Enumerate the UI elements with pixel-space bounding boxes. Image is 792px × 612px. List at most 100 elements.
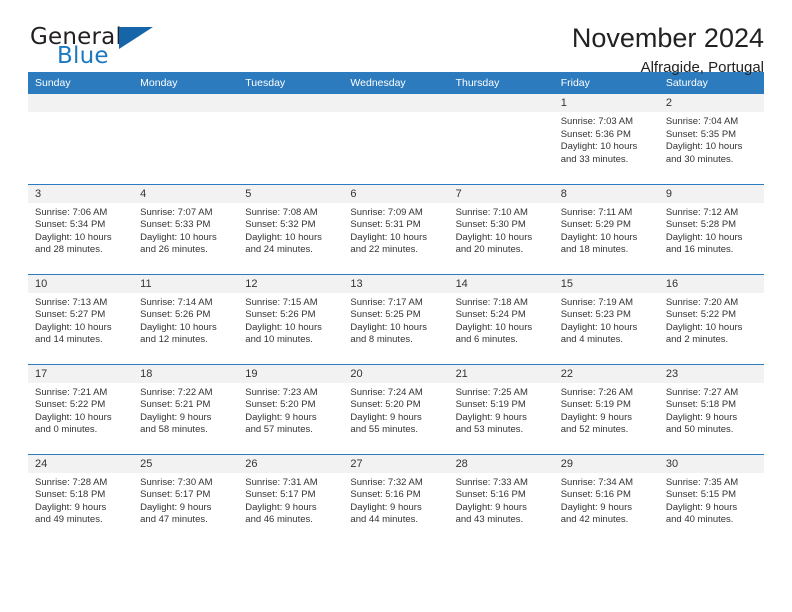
day-sun-info: Sunrise: 7:31 AM Sunset: 5:17 PM Daylight:… [238,473,343,527]
day-sunset-line: Sunset: 5:16 PM [350,489,421,501]
calendar-day-cell[interactable]: 27 Sunrise: 7:32 AM Sunset: 5:16 PM Dayligh… [343,453,449,544]
calendar-day-cell[interactable]: 24 Sunrise: 7:28 AM Sunset: 5:18 PM Dayligh… [28,453,134,544]
day-daylight1-line: Daylight: 10 hours [140,321,217,333]
day-daylight1-line: Daylight: 9 hours [35,501,107,513]
day-sun-info: Sunrise: 7:13 AM Sunset: 5:27 PM Daylight:… [28,293,133,347]
day-number: 30 [658,454,764,473]
calendar-day-cell[interactable]: 23 Sunrise: 7:27 AM Sunset: 5:18 PM Dayligh… [658,363,764,454]
day-daylight2-line: and 14 minutes. [35,334,103,346]
calendar-day-cell[interactable]: 7 Sunrise: 7:10 AM Sunset: 5:30 PM Daylight… [448,183,554,274]
day-daylight2-line: and 24 minutes. [245,244,313,256]
calendar-body: 1 Sunrise: 7:03 AM Sunset: 5:36 PM Daylight… [28,94,764,544]
day-sun-info: Sunrise: 7:28 AM Sunset: 5:18 PM Daylight:… [28,473,133,527]
day-number: 4 [133,184,239,203]
day-daylight2-line: and 10 minutes. [245,334,313,346]
brand-logo[interactable]: General Blue [28,22,158,74]
day-daylight2-line: and 30 minutes. [665,153,734,165]
calendar-day-cell[interactable]: 12 Sunrise: 7:15 AM Sunset: 5:26 PM Dayligh… [238,273,344,364]
day-number: 5 [238,184,344,203]
calendar-day-cell[interactable]: 5 Sunrise: 7:08 AM Sunset: 5:32 PM Daylight… [238,183,344,274]
day-sun-info: Sunrise: 7:23 AM Sunset: 5:20 PM Daylight:… [238,383,343,437]
day-number [28,94,134,112]
day-number [238,94,344,112]
day-daylight2-line: and 2 minutes. [665,334,729,346]
day-number: 18 [133,364,239,383]
calendar-day-cell[interactable]: 28 Sunrise: 7:33 AM Sunset: 5:16 PM Dayligh… [448,453,554,544]
calendar-day-cell[interactable]: 6 Sunrise: 7:09 AM Sunset: 5:31 PM Daylight… [343,183,449,274]
day-number: 19 [238,364,344,383]
calendar-day-cell[interactable]: 9 Sunrise: 7:12 AM Sunset: 5:28 PM Daylight… [658,183,764,274]
calendar-day-cell[interactable]: 3 Sunrise: 7:06 AM Sunset: 5:34 PM Daylight… [28,183,134,274]
calendar-day-cell[interactable]: 26 Sunrise: 7:31 AM Sunset: 5:17 PM Dayligh… [238,453,344,544]
day-sunset-line: Sunset: 5:17 PM [245,489,316,501]
weekday-header-tuesday: Tuesday [238,72,344,94]
day-daylight2-line: and 28 minutes. [35,244,103,256]
day-daylight2-line: and 58 minutes. [140,424,208,436]
day-sunrise-line: Sunrise: 7:24 AM [350,386,423,398]
calendar-day-cell[interactable]: 13 Sunrise: 7:17 AM Sunset: 5:25 PM Dayligh… [343,273,449,364]
day-sunset-line: Sunset: 5:36 PM [560,128,631,140]
calendar-day-cell[interactable]: 15 Sunrise: 7:19 AM Sunset: 5:23 PM Dayligh… [553,273,659,364]
calendar-day-cell[interactable]: 17 Sunrise: 7:21 AM Sunset: 5:22 PM Dayligh… [28,363,134,454]
day-sunset-line: Sunset: 5:16 PM [560,489,631,501]
day-daylight2-line: and 4 minutes. [560,334,624,346]
calendar-day-cell[interactable]: 16 Sunrise: 7:20 AM Sunset: 5:22 PM Dayligh… [658,273,764,364]
calendar-day-cell[interactable]: 21 Sunrise: 7:25 AM Sunset: 5:19 PM Dayligh… [448,363,554,454]
day-daylight1-line: Daylight: 9 hours [350,501,422,513]
day-daylight1-line: Daylight: 9 hours [140,501,212,513]
calendar-day-cell[interactable]: 29 Sunrise: 7:34 AM Sunset: 5:16 PM Dayligh… [553,453,659,544]
day-sun-info: Sunrise: 7:04 AM Sunset: 5:35 PM Daylight:… [659,112,764,166]
day-daylight1-line: Daylight: 10 hours [350,231,427,243]
calendar-day-cell[interactable]: 19 Sunrise: 7:23 AM Sunset: 5:20 PM Dayligh… [238,363,344,454]
calendar-day-cell-empty [238,94,344,184]
day-sun-info: Sunrise: 7:09 AM Sunset: 5:31 PM Daylight:… [343,203,448,257]
day-sunset-line: Sunset: 5:31 PM [350,219,421,231]
calendar-week-row: 17 Sunrise: 7:21 AM Sunset: 5:22 PM Dayligh… [28,363,764,454]
day-number: 13 [343,274,449,293]
day-sunset-line: Sunset: 5:18 PM [665,399,737,411]
calendar-day-cell[interactable]: 10 Sunrise: 7:13 AM Sunset: 5:27 PM Dayligh… [28,273,134,364]
calendar-day-cell[interactable]: 4 Sunrise: 7:07 AM Sunset: 5:33 PM Daylight… [133,183,239,274]
day-daylight2-line: and 50 minutes. [665,424,734,436]
brand-name-blue: Blue [57,43,109,69]
day-daylight1-line: Daylight: 10 hours [665,141,743,153]
day-sun-info: Sunrise: 7:30 AM Sunset: 5:17 PM Daylight:… [133,473,238,527]
day-sunrise-line: Sunrise: 7:28 AM [35,476,108,488]
day-number [133,94,239,112]
weekday-header-sunday: Sunday [28,72,134,94]
day-sunset-line: Sunset: 5:26 PM [245,309,316,321]
calendar-day-cell[interactable]: 8 Sunrise: 7:11 AM Sunset: 5:29 PM Daylight… [553,183,659,274]
day-sunrise-line: Sunrise: 7:19 AM [560,296,634,308]
day-number: 7 [448,184,554,203]
calendar-day-cell[interactable]: 1 Sunrise: 7:03 AM Sunset: 5:36 PM Daylight… [553,94,659,184]
day-daylight1-line: Daylight: 9 hours [560,501,632,513]
day-daylight1-line: Daylight: 10 hours [245,321,322,333]
calendar-day-cell[interactable]: 11 Sunrise: 7:14 AM Sunset: 5:26 PM Dayligh… [133,273,239,364]
day-sunset-line: Sunset: 5:18 PM [35,489,106,501]
calendar-day-cell[interactable]: 30 Sunrise: 7:35 AM Sunset: 5:15 PM Dayligh… [658,453,764,544]
day-daylight1-line: Daylight: 10 hours [560,321,638,333]
calendar-day-cell[interactable]: 20 Sunrise: 7:24 AM Sunset: 5:20 PM Dayligh… [343,363,449,454]
day-daylight1-line: Daylight: 10 hours [455,321,533,333]
day-sun-info: Sunrise: 7:35 AM Sunset: 5:15 PM Daylight:… [659,473,764,527]
calendar-day-cell[interactable]: 2 Sunrise: 7:04 AM Sunset: 5:35 PM Daylight… [658,94,764,184]
calendar-page: General Blue November 2024 Alfragide, Po… [0,0,792,612]
day-daylight1-line: Daylight: 9 hours [350,411,422,423]
day-sunrise-line: Sunrise: 7:14 AM [140,296,213,308]
day-sunrise-line: Sunrise: 7:31 AM [245,476,318,488]
day-daylight2-line: and 18 minutes. [560,244,629,256]
calendar-day-cell[interactable]: 14 Sunrise: 7:18 AM Sunset: 5:24 PM Dayligh… [448,273,554,364]
day-sunset-line: Sunset: 5:23 PM [560,309,631,321]
day-sunrise-line: Sunrise: 7:35 AM [665,476,739,488]
day-daylight2-line: and 12 minutes. [140,334,208,346]
day-sun-info: Sunrise: 7:19 AM Sunset: 5:23 PM Daylight:… [554,293,659,347]
day-number: 29 [553,454,659,473]
day-daylight2-line: and 47 minutes. [140,514,208,526]
calendar-day-cell[interactable]: 22 Sunrise: 7:26 AM Sunset: 5:19 PM Dayligh… [553,363,659,454]
day-number: 8 [553,184,659,203]
calendar-day-cell-empty [343,94,449,184]
day-sunset-line: Sunset: 5:27 PM [35,309,106,321]
calendar-day-cell[interactable]: 25 Sunrise: 7:30 AM Sunset: 5:17 PM Dayligh… [133,453,239,544]
calendar-day-cell[interactable]: 18 Sunrise: 7:22 AM Sunset: 5:21 PM Dayligh… [133,363,239,454]
day-sun-info: Sunrise: 7:03 AM Sunset: 5:36 PM Daylight:… [554,112,659,166]
